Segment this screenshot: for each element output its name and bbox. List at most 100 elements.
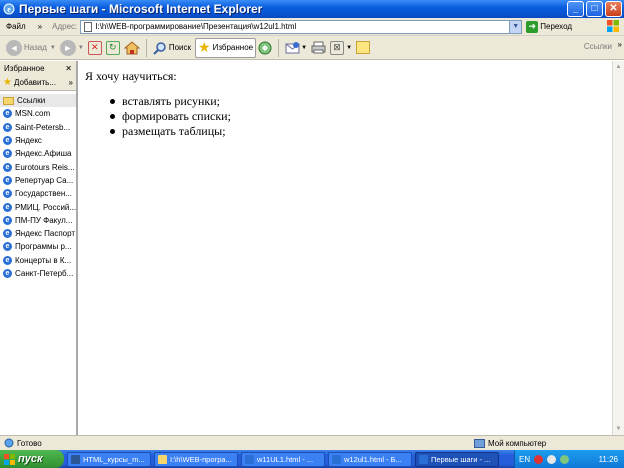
- favorites-item[interactable]: e РМИЦ. Россий...: [0, 200, 76, 213]
- list-item: размещать таблицы;: [110, 124, 231, 139]
- page-status-icon: [4, 438, 14, 448]
- forward-arrow-icon: ►: [59, 39, 76, 56]
- address-bar-row: Файл » Адрес: I:\h\WEB-программирование\…: [0, 18, 624, 36]
- favorites-item[interactable]: e ПМ-ПУ Факул...: [0, 214, 76, 227]
- task-app-icon: [245, 454, 254, 464]
- taskbar-button[interactable]: Первые шаги - ...: [415, 451, 499, 467]
- back-button[interactable]: ◄ Назад ▼: [4, 38, 58, 58]
- toolbar-separator: [278, 38, 280, 57]
- taskbar-button-label: I:\h\WEB-програ...: [170, 454, 232, 464]
- favorites-item-label: Яндекс Паспорт: [15, 229, 76, 239]
- minimize-button[interactable]: _: [567, 1, 584, 17]
- stop-button[interactable]: ✕: [86, 38, 104, 58]
- taskbar-button-label: w11UL1.html - ...: [257, 454, 314, 464]
- refresh-icon: ↻: [105, 40, 120, 55]
- media-button[interactable]: [256, 38, 274, 58]
- refresh-button[interactable]: ↻: [104, 38, 122, 58]
- taskbar-button[interactable]: HTML_курсы_m...: [67, 451, 151, 467]
- add-chevron-icon[interactable]: »: [69, 78, 73, 87]
- standard-toolbar: ◄ Назад ▼ ► ▼ ✕ ↻ Поиск ★ Избранное ▼ ⊠ …: [0, 36, 624, 60]
- favorites-item-label: MSN.com: [15, 109, 51, 119]
- links-label[interactable]: Ссылки: [584, 42, 612, 51]
- edit-dropdown-icon[interactable]: ▼: [346, 45, 352, 51]
- favorites-item-label: ПМ-ПУ Факул...: [15, 215, 73, 225]
- clock[interactable]: 11:26: [599, 455, 618, 464]
- favorites-item-label: Государствен...: [15, 189, 72, 199]
- windows-logo-icon: [4, 453, 15, 465]
- language-indicator[interactable]: EN: [519, 455, 530, 464]
- taskbar-button[interactable]: I:\h\WEB-програ...: [154, 451, 238, 467]
- tray-volume-icon[interactable]: [560, 454, 570, 464]
- favorites-item-label: Яндекс: [15, 136, 42, 146]
- my-computer-icon: [474, 438, 485, 448]
- forward-dropdown-icon[interactable]: ▼: [78, 45, 84, 51]
- favorites-item[interactable]: e Eurotours Reis...: [0, 160, 76, 173]
- taskbar-button[interactable]: w12ul1.html - Б...: [328, 451, 412, 467]
- favorites-pane-header: Избранное ✕: [0, 61, 76, 75]
- forward-button[interactable]: ► ▼: [58, 38, 86, 58]
- search-button[interactable]: Поиск: [151, 38, 193, 58]
- task-app-icon: [419, 454, 428, 464]
- bullet-list: вставлять рисунки; формировать списки; р…: [110, 94, 231, 139]
- discuss-button[interactable]: [354, 38, 372, 58]
- vertical-scrollbar[interactable]: ▲ ▼: [612, 61, 624, 435]
- go-label: Переход: [540, 22, 573, 31]
- taskbar-button-label: Первые шаги - ...: [431, 454, 491, 464]
- task-app-icon: [332, 454, 341, 464]
- system-tray: EN 11:26: [514, 450, 624, 468]
- favorites-item[interactable]: e Санкт-Петерб...: [0, 267, 76, 280]
- task-list: HTML_курсы_m... I:\h\WEB-програ... w11UL1.…: [64, 451, 499, 467]
- go-button[interactable]: ➜ Переход: [526, 20, 573, 33]
- tray-network-icon[interactable]: [547, 454, 557, 464]
- edit-icon: ⊠: [330, 40, 345, 55]
- favorites-label: Избранное: [212, 43, 254, 52]
- address-field[interactable]: I:\h\WEB-программирование\Презентация\w1…: [80, 19, 523, 34]
- start-button[interactable]: пуск: [0, 450, 64, 468]
- note-icon: [356, 41, 371, 54]
- ie-link-icon: e: [3, 229, 12, 239]
- menu-more-chevron[interactable]: »: [32, 22, 48, 31]
- toolbar-chevron-icon[interactable]: »: [618, 40, 622, 49]
- add-favorite-button[interactable]: ★ Добавить... »: [0, 75, 76, 91]
- mail-dropdown-icon[interactable]: ▼: [301, 45, 307, 51]
- stop-icon: ✕: [87, 40, 102, 55]
- edit-button[interactable]: ⊠ ▼: [328, 38, 354, 58]
- list-item: формировать списки;: [110, 109, 231, 124]
- scroll-up-icon[interactable]: ▲: [613, 61, 624, 73]
- scroll-down-icon[interactable]: ▼: [613, 423, 624, 435]
- close-pane-icon[interactable]: ✕: [65, 64, 72, 73]
- close-button[interactable]: ✕: [605, 1, 622, 17]
- mail-button[interactable]: ▼: [283, 38, 309, 58]
- print-icon: [311, 41, 326, 54]
- windows-flag-icon: [607, 20, 619, 32]
- ie-link-icon: e: [3, 242, 12, 252]
- tray-app-icon[interactable]: [534, 454, 544, 464]
- favorites-item[interactable]: Ссылки: [0, 94, 76, 108]
- home-button[interactable]: [122, 38, 142, 58]
- list-item: вставлять рисунки;: [110, 94, 231, 109]
- taskbar-button[interactable]: w11UL1.html - ...: [241, 451, 325, 467]
- menu-file[interactable]: Файл: [0, 22, 32, 31]
- favorites-item[interactable]: e Saint-Petersb...: [0, 121, 76, 134]
- favorites-item[interactable]: e MSN.com: [0, 107, 76, 120]
- favorites-item[interactable]: e Репертуар Са...: [0, 174, 76, 187]
- favorites-item[interactable]: e Яндекс.Афиша: [0, 147, 76, 160]
- maximize-button[interactable]: □: [586, 1, 603, 17]
- favorites-item-label: Saint-Petersb...: [15, 122, 71, 132]
- search-label: Поиск: [168, 43, 191, 52]
- ie-link-icon: e: [3, 269, 12, 278]
- favorites-button[interactable]: ★ Избранное: [195, 37, 257, 58]
- ie-link-icon: e: [3, 109, 12, 119]
- favorites-item-label: РМИЦ. Россий...: [15, 202, 76, 212]
- print-button[interactable]: [309, 38, 328, 58]
- favorites-item[interactable]: e Концерты в К...: [0, 254, 76, 267]
- back-dropdown-icon[interactable]: ▼: [50, 45, 56, 51]
- favorites-item[interactable]: e Программы р...: [0, 240, 76, 253]
- address-dropdown-icon[interactable]: ▼: [509, 20, 522, 33]
- favorites-item-label: Программы р...: [15, 242, 72, 252]
- favorites-item-label: Eurotours Reis...: [15, 162, 75, 172]
- zone-label: Мой компьютер: [488, 438, 547, 448]
- favorites-item[interactable]: e Яндекс Паспорт: [0, 227, 76, 240]
- favorites-item[interactable]: e Государствен...: [0, 187, 76, 200]
- favorites-item[interactable]: e Яндекс: [0, 134, 76, 147]
